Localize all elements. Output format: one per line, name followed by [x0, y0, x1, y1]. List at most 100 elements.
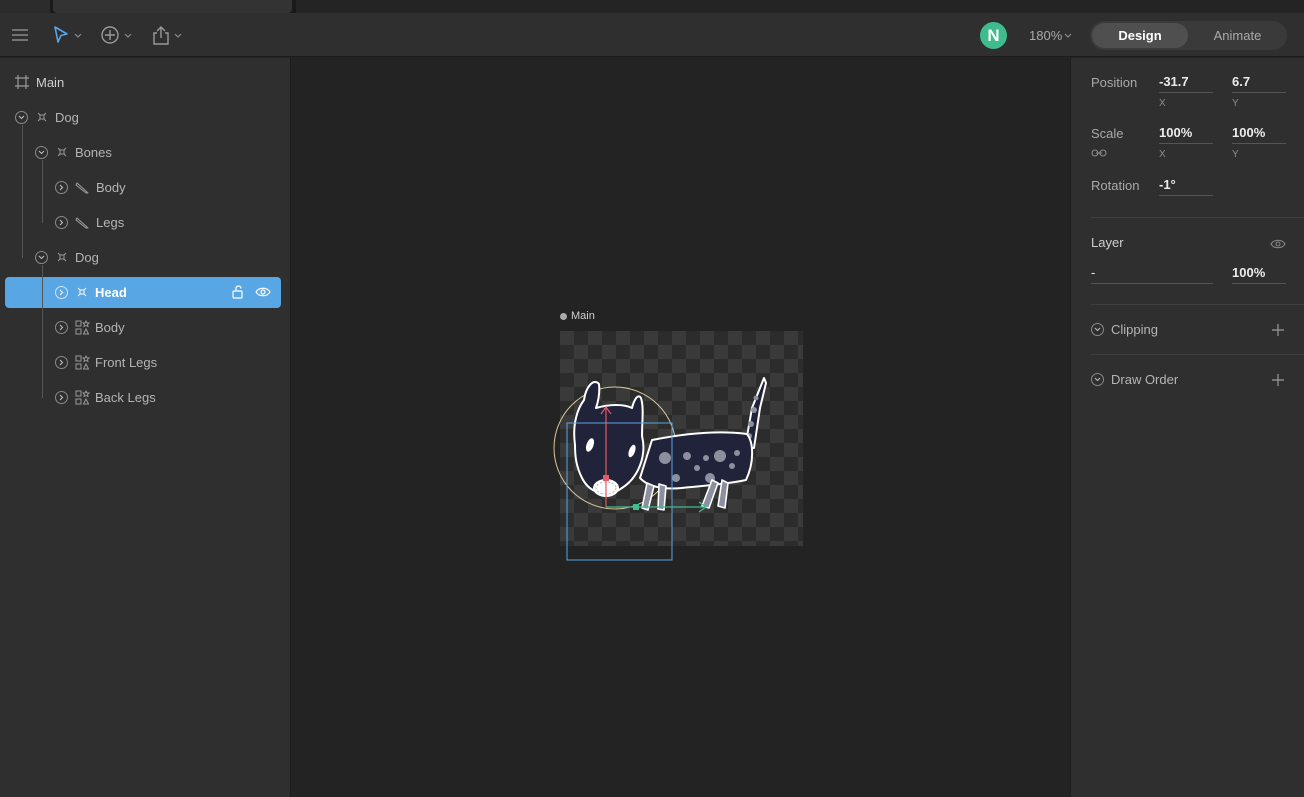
chevron-down-icon: [1064, 33, 1072, 38]
rotation-label: Rotation: [1091, 178, 1140, 193]
layer-label: Layer: [1091, 235, 1124, 250]
tree-item-body-bone[interactable]: Body: [75, 172, 126, 202]
expand-toggle[interactable]: [35, 251, 48, 264]
eye-icon[interactable]: [1270, 238, 1286, 250]
scale-x-input[interactable]: 100%: [1159, 122, 1213, 144]
collapse-toggle: [1091, 323, 1104, 336]
position-label: Position: [1091, 75, 1138, 90]
front-leg-right: [657, 483, 667, 511]
chevron-right-icon: [59, 219, 64, 226]
scale-y-input[interactable]: 100%: [1232, 122, 1286, 144]
select-tool-button[interactable]: [53, 13, 85, 57]
mode-toggle: Design Animate: [1090, 21, 1287, 50]
home-tab[interactable]: [0, 0, 50, 13]
tree-line: [42, 160, 43, 223]
position-y-input[interactable]: 6.7: [1232, 71, 1286, 93]
hamburger-icon[interactable]: [11, 13, 29, 57]
shapes-icon: [75, 319, 90, 334]
group-node-icon: [57, 252, 67, 262]
tree-item-label: Dog: [55, 109, 79, 125]
plus-circle-icon: [101, 26, 132, 44]
chevron-right-icon: [59, 324, 64, 331]
expand-toggle[interactable]: [15, 111, 28, 124]
expand-toggle[interactable]: [55, 216, 68, 229]
expand-toggle[interactable]: [35, 146, 48, 159]
tree-item-front-legs[interactable]: Front Legs: [75, 347, 157, 377]
expand-toggle[interactable]: [55, 391, 68, 404]
expand-toggle[interactable]: [55, 181, 68, 194]
gizmo-y-handle[interactable]: [603, 475, 609, 481]
dog-body: [639, 431, 754, 490]
artboard-dot: [560, 312, 567, 320]
add-clipping-button[interactable]: [1271, 323, 1285, 337]
chevron-right-icon: [59, 359, 64, 366]
add-tool-button[interactable]: [100, 13, 134, 57]
tab-strip-empty: [296, 0, 1304, 13]
gizmo-x-handle[interactable]: [633, 504, 639, 510]
position-y-axis-label: Y: [1232, 98, 1239, 109]
chevron-right-icon: [59, 289, 64, 296]
section-divider: [1091, 217, 1304, 218]
dog-illustration[interactable]: [542, 338, 822, 588]
bone-icon: [75, 181, 89, 194]
chevron-down-icon: [1094, 327, 1101, 332]
tree-item-head[interactable]: Head: [76, 277, 127, 307]
add-draw-order-button[interactable]: [1271, 373, 1285, 387]
stage-canvas[interactable]: Main: [292, 58, 1069, 797]
tree-line: [42, 265, 43, 398]
scale-label: Scale: [1091, 126, 1124, 141]
shapes-icon: [75, 354, 90, 369]
clipping-section-header[interactable]: Clipping: [1091, 322, 1158, 337]
tree-item-label: Legs: [96, 214, 125, 230]
tree-item-label: Main: [36, 74, 65, 90]
avatar-initial: N: [987, 25, 1000, 45]
artboard-name: Main: [571, 310, 595, 322]
clipping-label: Clipping: [1111, 322, 1158, 337]
bone-icon: [75, 216, 89, 229]
tree-item-dog[interactable]: Dog: [36, 102, 79, 132]
layer-opacity-input[interactable]: 100%: [1232, 262, 1286, 284]
user-avatar[interactable]: N: [980, 22, 1007, 49]
group-node-icon: [77, 287, 87, 297]
chevron-right-icon: [59, 394, 64, 401]
blend-mode-select[interactable]: -: [1091, 262, 1213, 284]
tree-line: [22, 125, 23, 258]
tree-item-bones[interactable]: Bones: [56, 137, 112, 167]
design-mode-button[interactable]: Design: [1092, 23, 1188, 48]
section-divider: [1091, 304, 1304, 305]
animate-mode-button[interactable]: Animate: [1190, 23, 1285, 48]
rotation-input[interactable]: -1°: [1159, 174, 1213, 196]
artboard-title[interactable]: Main: [560, 310, 595, 322]
expand-toggle[interactable]: [55, 321, 68, 334]
tree-item-label: Body: [96, 179, 126, 195]
properties-panel: Position -31.7 6.7 X Y Scale 100% 100% X…: [1070, 58, 1304, 797]
group-node-icon: [57, 147, 67, 157]
scale-x-axis-label: X: [1159, 149, 1166, 160]
export-button[interactable]: [152, 13, 184, 57]
expand-toggle[interactable]: [55, 356, 68, 369]
zoom-level: 180%: [1029, 27, 1063, 43]
position-x-input[interactable]: -31.7: [1159, 71, 1213, 93]
tree-item-back-legs[interactable]: Back Legs: [75, 382, 156, 412]
zoom-dropdown[interactable]: 180%: [1029, 13, 1074, 57]
tree-item-dog-inner[interactable]: Dog: [56, 242, 99, 272]
tree-item-label: Dog: [75, 249, 99, 265]
scale-y-axis-label: Y: [1232, 149, 1239, 160]
chevron-down-icon: [18, 115, 25, 120]
link-scale-icon[interactable]: [1091, 147, 1107, 159]
file-tab[interactable]: [53, 0, 292, 13]
tree-item-legs-bone[interactable]: Legs: [75, 207, 124, 237]
tree-item-main[interactable]: Main: [14, 67, 64, 97]
position-x-axis-label: X: [1159, 98, 1166, 109]
tree-item-label: Bones: [75, 144, 112, 160]
collapse-toggle: [1091, 373, 1104, 386]
draw-order-section-header[interactable]: Draw Order: [1091, 372, 1178, 387]
unlock-icon: [232, 285, 243, 299]
visibility-toggle[interactable]: [255, 277, 271, 307]
chevron-down-icon: [1094, 377, 1101, 382]
tree-item-body-shapes[interactable]: Body: [75, 312, 125, 342]
expand-toggle[interactable]: [55, 286, 68, 299]
shapes-icon: [75, 389, 90, 404]
lock-toggle[interactable]: [231, 277, 245, 307]
tree-item-label: Front Legs: [95, 354, 158, 370]
